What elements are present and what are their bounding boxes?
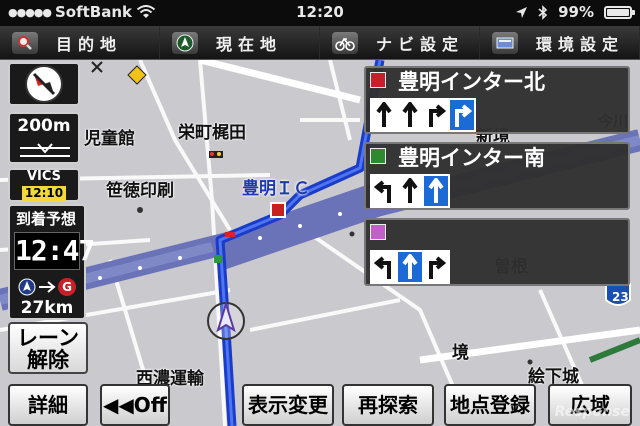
menu-env-settings[interactable]: 環境設定 [480, 26, 640, 59]
menu-navi-settings[interactable]: ナビ設定 [320, 26, 480, 59]
lane-panel-name: 豊明インター南 [398, 146, 545, 170]
lane-marker-green [370, 148, 386, 164]
right-turn-arrow-icon [424, 252, 448, 282]
scale-bar-icon [20, 143, 70, 157]
display-change-button[interactable]: 表示変更 [242, 384, 334, 426]
bluetooth-icon [538, 4, 548, 20]
arrow-right-icon [39, 281, 56, 293]
bicycle-icon [332, 31, 358, 54]
vics-panel: VICS 12:10 [8, 168, 80, 202]
menu-current-location[interactable]: 現在地 [160, 26, 320, 59]
straight-arrow-highlighted-icon [424, 176, 448, 206]
straight-arrow-icon [372, 100, 396, 130]
map-label-sakaemachi: 栄町梶田 [178, 123, 246, 143]
menu-env-settings-label: 環境設定 [536, 34, 625, 54]
straight-arrow-icon [398, 176, 422, 206]
menu-destination-label: 目的地 [56, 34, 123, 54]
map-label-childrens-hall: 児童館 [84, 129, 135, 149]
lane-guidance-cancel-button[interactable]: レーン 解除 [8, 322, 88, 374]
battery-percent: 99% [558, 3, 594, 21]
lane-cancel-line1: レーン [17, 326, 79, 350]
map-label-ic: 豊明ＩＣ [242, 179, 310, 199]
map-scale-value: 200m [17, 116, 71, 136]
menu-destination[interactable]: 目的地 [0, 26, 160, 59]
lane-panel-south: 豊明インター南 [364, 142, 630, 210]
straight-arrow-highlighted-icon [398, 252, 422, 282]
menu-navi-settings-label: ナビ設定 [376, 34, 465, 54]
route-shield-number: 23 [612, 290, 629, 304]
top-menu-bar: 目的地 現在地 ナビ設定 環境設定 [0, 26, 640, 60]
goal-icon: G [58, 278, 76, 296]
lane-arrows [370, 174, 450, 208]
eta-label: 到着予想 [16, 210, 77, 228]
eta-route-row: G [18, 278, 76, 296]
vics-time: 12:10 [22, 186, 66, 201]
vics-label: VICS [26, 169, 62, 184]
reroute-button[interactable]: 再探索 [342, 384, 434, 426]
voice-off-button[interactable]: ◀◀Off [100, 384, 170, 426]
map-label-sakai: 境 [452, 343, 469, 363]
straight-arrow-icon [398, 100, 422, 130]
lane-panel-name: 豊明インター北 [398, 70, 545, 94]
settings-screen-icon [492, 31, 518, 54]
eta-time: 12:47 [14, 232, 95, 270]
lane-arrows [370, 98, 476, 132]
search-icon [12, 31, 38, 54]
left-turn-arrow-icon [372, 176, 396, 206]
eta-distance: 27km [20, 298, 74, 318]
lane-panel-third [364, 218, 630, 286]
compass-icon [25, 65, 63, 103]
lane-marker-red [370, 72, 386, 88]
location-arrow-icon [172, 31, 198, 54]
register-location-button[interactable]: 地点登録 [444, 384, 536, 426]
lane-arrows [370, 250, 450, 284]
map-label-printing: 笹徳印刷 [106, 181, 174, 201]
map-scale-panel[interactable]: 200m [8, 112, 80, 164]
battery-icon [604, 5, 635, 19]
detail-button[interactable]: 詳細 [8, 384, 88, 426]
compass-button[interactable] [8, 62, 80, 106]
right-turn-arrow-highlighted-icon [450, 100, 474, 130]
watermark: Response [554, 404, 630, 420]
location-services-icon [516, 6, 528, 18]
left-turn-arrow-icon [372, 252, 396, 282]
lane-panel-north: 豊明インター北 [364, 66, 630, 134]
right-turn-arrow-icon [424, 100, 448, 130]
status-bar: ●●●●● SoftBank 12:20 99% [0, 0, 640, 26]
status-right-group: 99% [515, 3, 635, 21]
lane-marker-purple [370, 224, 386, 240]
lane-cancel-line2: 解除 [27, 348, 69, 372]
current-position-icon [18, 278, 36, 296]
menu-current-location-label: 現在地 [216, 34, 283, 54]
eta-panel: 到着予想 12:47 G 27km [8, 204, 95, 320]
